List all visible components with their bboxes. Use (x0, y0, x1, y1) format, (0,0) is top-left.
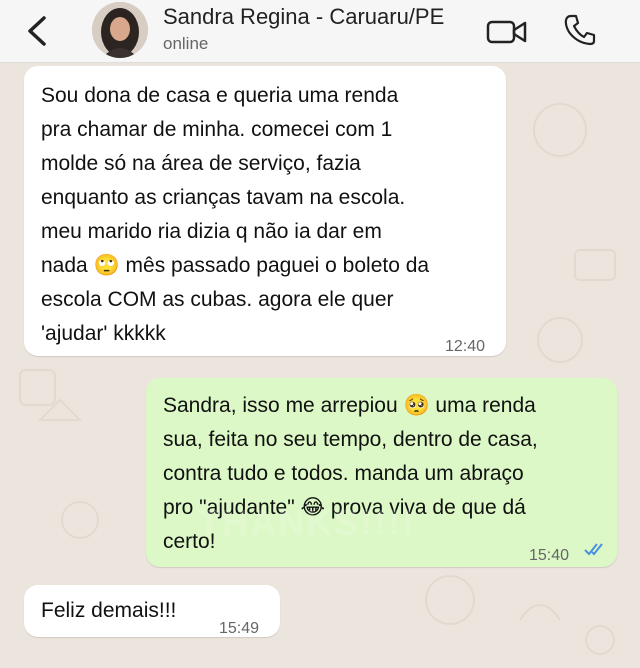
incoming-message-bubble[interactable]: Sou dona de casa e queria uma renda pra … (24, 66, 506, 356)
video-call-icon[interactable] (486, 17, 528, 47)
message-text: Feliz demais!!! (41, 599, 177, 622)
message-text: Sou dona de casa e queria uma renda pra … (41, 84, 430, 345)
incoming-message-bubble[interactable]: Feliz demais!!! 15:49 (24, 585, 280, 637)
contact-name[interactable]: Sandra Regina - Caruaru/PE (163, 4, 444, 30)
message-timestamp: 12:40 (445, 338, 486, 355)
chat-screen: Sandra Regina - Caruaru/PE online Sou do… (0, 0, 640, 668)
read-receipt-icon (584, 543, 603, 556)
avatar[interactable] (92, 2, 148, 58)
chat-header: Sandra Regina - Caruaru/PE online (0, 0, 640, 63)
watermark: THANKS!!!! (198, 502, 416, 543)
message-timestamp: 15:40 (529, 547, 570, 564)
message-timestamp: 15:49 (219, 620, 260, 637)
back-arrow-icon[interactable] (22, 12, 54, 50)
phone-call-icon[interactable] (563, 13, 597, 47)
online-status: online (163, 34, 209, 53)
